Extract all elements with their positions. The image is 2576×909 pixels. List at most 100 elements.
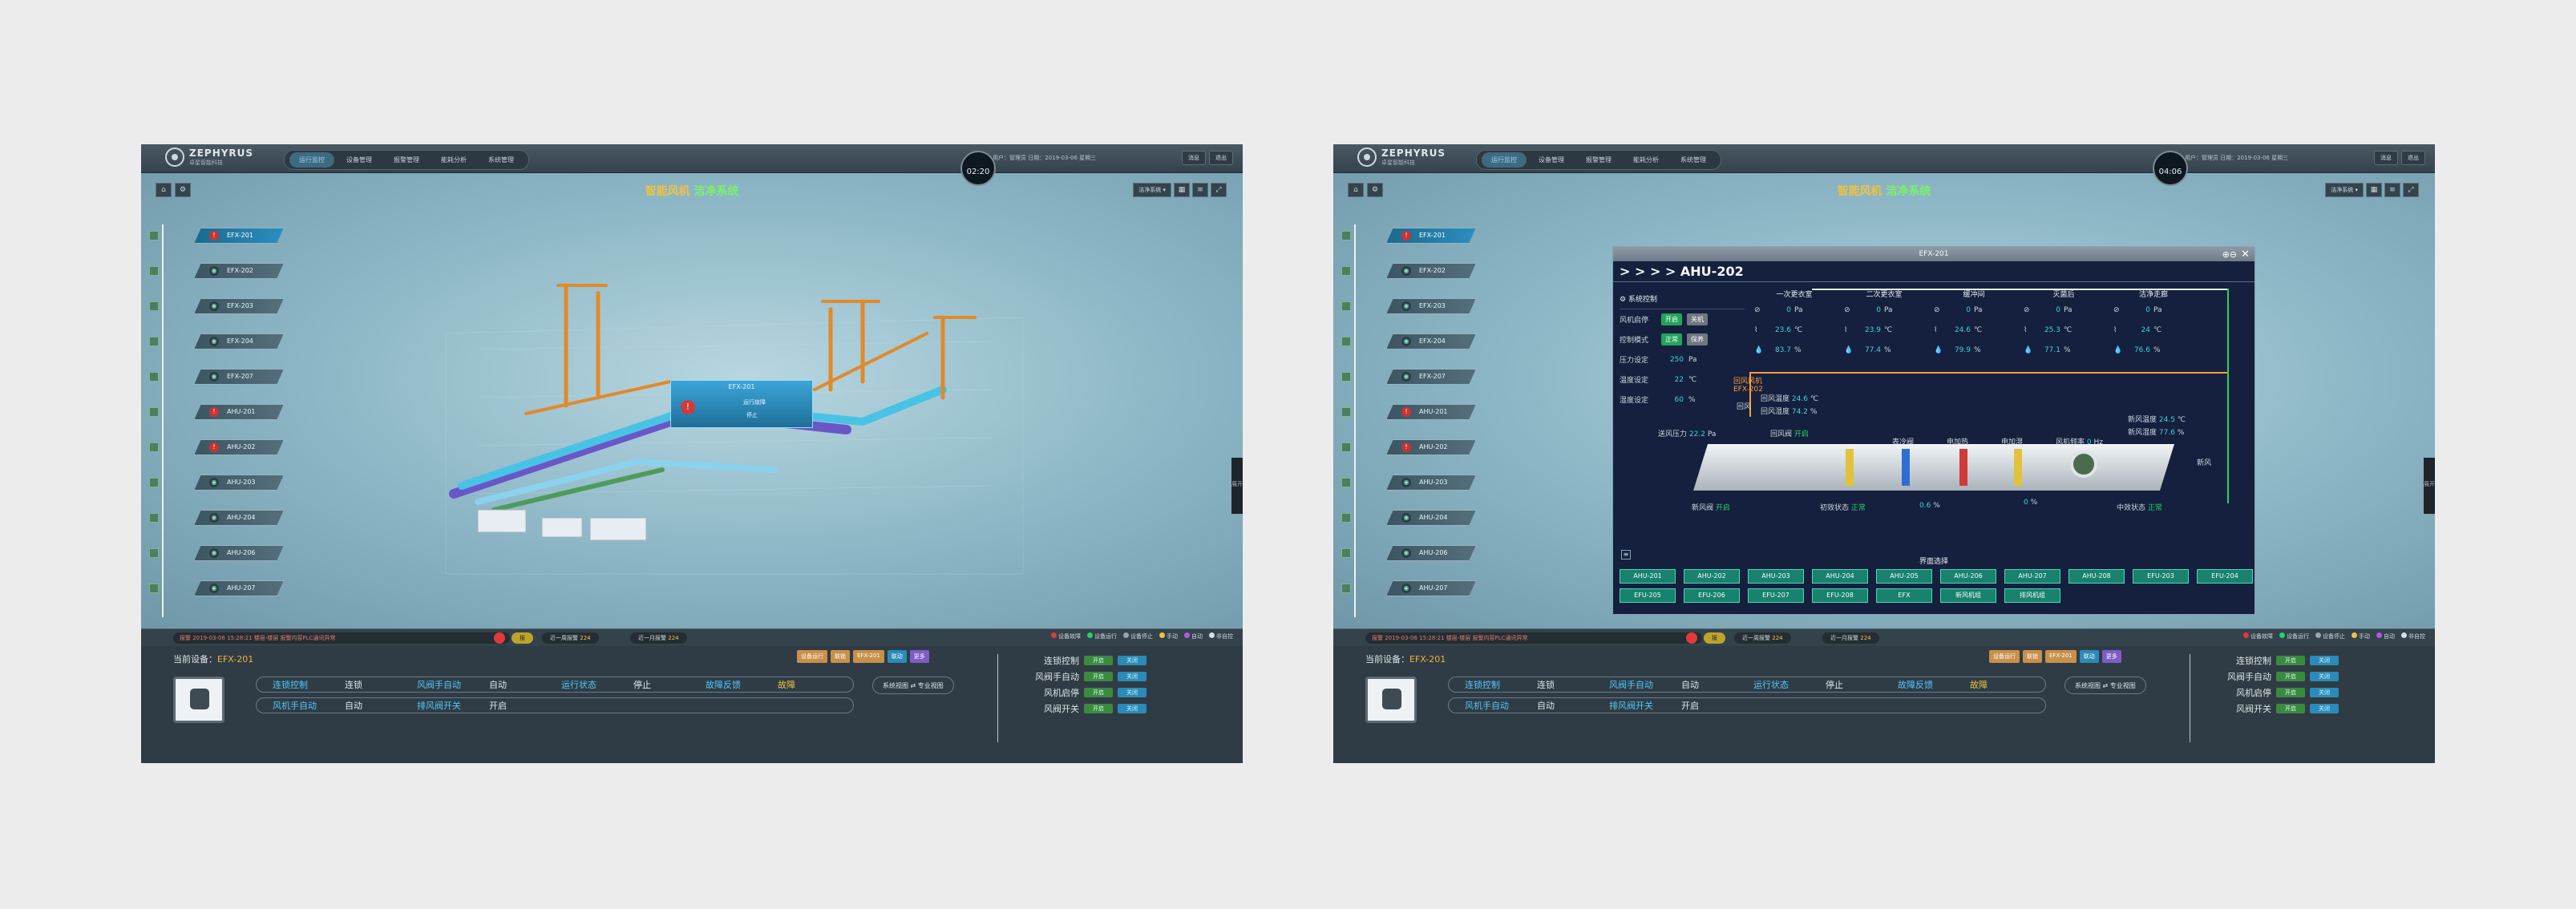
tree-item[interactable]: ◉ AHU-203: [194, 475, 284, 491]
week-alarm-count[interactable]: 近一周报警 224: [1734, 632, 1791, 644]
tab-monitor[interactable]: 运行监控: [289, 152, 334, 168]
tree-item[interactable]: ! AHU-201: [194, 404, 284, 420]
logout-button[interactable]: 退出: [1209, 151, 1233, 165]
tree-item[interactable]: ◉ AHU-203: [1386, 475, 1476, 491]
tree-node-marker[interactable]: [149, 301, 159, 311]
tag-link[interactable]: 联动: [2079, 650, 2099, 663]
tree-item[interactable]: ! EFX-201: [194, 228, 284, 244]
system-select[interactable]: 洁净系统 ▾: [2325, 183, 2364, 197]
tree-item[interactable]: ◉ AHU-206: [1386, 545, 1476, 561]
off-toggle[interactable]: 关闭: [1118, 656, 1146, 665]
on-toggle[interactable]: 开启: [1084, 704, 1113, 713]
tree-node-marker[interactable]: [1341, 266, 1351, 276]
tag-more[interactable]: 更多: [909, 650, 929, 663]
alarm-icon[interactable]: [1686, 632, 1697, 644]
fan-icon[interactable]: [2070, 450, 2097, 478]
message-button[interactable]: 消息: [1182, 151, 1206, 165]
list-icon[interactable]: ≡: [1192, 183, 1208, 197]
tree-item[interactable]: ◉ EFX-203: [194, 298, 284, 314]
side-panel-toggle[interactable]: 展开: [2424, 458, 2435, 514]
message-button[interactable]: 消息: [2374, 151, 2398, 165]
fullscreen-icon[interactable]: ⤢: [1211, 183, 1227, 197]
pressure-setpoint[interactable]: 250: [1661, 356, 1684, 364]
tree-item[interactable]: ◉ AHU-204: [1386, 510, 1476, 526]
page-button[interactable]: AHU-204: [1812, 569, 1868, 584]
alarm-ticker[interactable]: 报警 2019-03-06 15:28:21 楼层-楼层 报警内容PLC通讯异常: [173, 632, 510, 644]
tree-node-marker[interactable]: [149, 513, 159, 523]
on-toggle[interactable]: 开启: [1084, 672, 1113, 681]
off-toggle[interactable]: 关闭: [1118, 704, 1146, 713]
tag-device[interactable]: EFX-201: [2045, 650, 2077, 663]
off-toggle[interactable]: 关闭: [1118, 672, 1146, 681]
page-button[interactable]: AHU-203: [1748, 569, 1804, 584]
zoom-icon[interactable]: ⊕⊖: [2222, 248, 2237, 262]
tree-node-marker[interactable]: [149, 372, 159, 382]
alarm-icon[interactable]: [494, 632, 505, 644]
tab-monitor[interactable]: 运行监控: [1482, 152, 1527, 168]
tree-node-marker[interactable]: [149, 337, 159, 346]
month-alarm-count[interactable]: 近一月报警 224: [630, 632, 687, 644]
on-toggle[interactable]: 开启: [2276, 688, 2305, 697]
on-toggle[interactable]: 开启: [2276, 672, 2305, 681]
tree-node-marker[interactable]: [149, 584, 159, 593]
page-button[interactable]: EFU-208: [1812, 588, 1868, 603]
fan-stop-button[interactable]: 关机: [1687, 313, 1708, 325]
week-alarm-count[interactable]: 近一周报警 224: [542, 632, 599, 644]
on-toggle[interactable]: 开启: [1084, 656, 1113, 665]
off-toggle[interactable]: 关闭: [1118, 688, 1146, 697]
tree-item[interactable]: ◉ AHU-207: [194, 580, 284, 596]
off-toggle[interactable]: 关闭: [2310, 656, 2339, 665]
on-toggle[interactable]: 开启: [2276, 704, 2305, 713]
tree-item[interactable]: ! AHU-202: [1386, 439, 1476, 455]
temp-setpoint[interactable]: 22: [1661, 376, 1684, 384]
tab-system[interactable]: 系统管理: [479, 152, 524, 168]
page-button[interactable]: EFU-206: [1684, 588, 1740, 603]
off-toggle[interactable]: 关闭: [2310, 688, 2339, 697]
tree-item[interactable]: ◉ AHU-204: [194, 510, 284, 526]
tab-device[interactable]: 设备管理: [1529, 152, 1574, 168]
page-button[interactable]: EFU-207: [1748, 588, 1804, 603]
tree-node-marker[interactable]: [1341, 231, 1351, 240]
tag-run[interactable]: 设备运行: [1989, 650, 2020, 663]
tree-node-marker[interactable]: [1341, 372, 1351, 382]
page-button[interactable]: AHU-206: [1940, 569, 1996, 584]
tree-node-marker[interactable]: [149, 442, 159, 452]
page-button[interactable]: EFX: [1876, 588, 1932, 603]
tree-node-marker[interactable]: [149, 407, 159, 417]
page-button[interactable]: AHU-202: [1684, 569, 1740, 584]
tree-node-marker[interactable]: [1341, 584, 1351, 593]
tree-node-marker[interactable]: [1341, 442, 1351, 452]
grid-icon[interactable]: ▦: [1174, 183, 1190, 197]
tab-energy[interactable]: 能耗分析: [1624, 152, 1668, 168]
view-mode-button[interactable]: 系统视图 ⇄ 专业视图: [872, 677, 954, 694]
tree-node-marker[interactable]: [1341, 548, 1351, 558]
off-toggle[interactable]: 关闭: [2310, 672, 2339, 681]
list-icon[interactable]: ≡: [2384, 183, 2400, 197]
page-button[interactable]: EFU-205: [1620, 588, 1676, 603]
off-toggle[interactable]: 关闭: [2310, 704, 2339, 713]
tree-node-marker[interactable]: [1341, 337, 1351, 346]
tag-link[interactable]: 联动: [887, 650, 907, 663]
logout-button[interactable]: 退出: [2401, 151, 2425, 165]
page-button[interactable]: AHU-205: [1876, 569, 1932, 584]
fan-start-button[interactable]: 开启: [1661, 313, 1682, 325]
tree-item[interactable]: ◉ EFX-202: [1386, 263, 1476, 279]
page-button[interactable]: AHU-208: [2068, 569, 2125, 584]
tree-item[interactable]: ◉ EFX-207: [1386, 369, 1476, 385]
page-button[interactable]: EFU-203: [2133, 569, 2189, 584]
tag-interlock[interactable]: 联锁: [831, 650, 850, 663]
humidity-setpoint[interactable]: 60: [1661, 396, 1684, 404]
tab-system[interactable]: 系统管理: [1671, 152, 1716, 168]
tree-node-marker[interactable]: [149, 478, 159, 487]
page-button[interactable]: EFU-204: [2197, 569, 2253, 584]
page-button[interactable]: 新风机组: [1940, 588, 1996, 603]
tree-item[interactable]: ◉ EFX-203: [1386, 298, 1476, 314]
on-toggle[interactable]: 开启: [1084, 688, 1113, 697]
page-button[interactable]: 排风机组: [2004, 588, 2060, 603]
tree-item[interactable]: ◉ AHU-206: [194, 545, 284, 561]
page-button[interactable]: AHU-207: [2004, 569, 2060, 584]
tree-node-marker[interactable]: [1341, 513, 1351, 523]
month-alarm-count[interactable]: 近一月报警 224: [1822, 632, 1879, 644]
tree-node-marker[interactable]: [1341, 478, 1351, 487]
alarm-count-badge[interactable]: 报: [512, 632, 533, 644]
